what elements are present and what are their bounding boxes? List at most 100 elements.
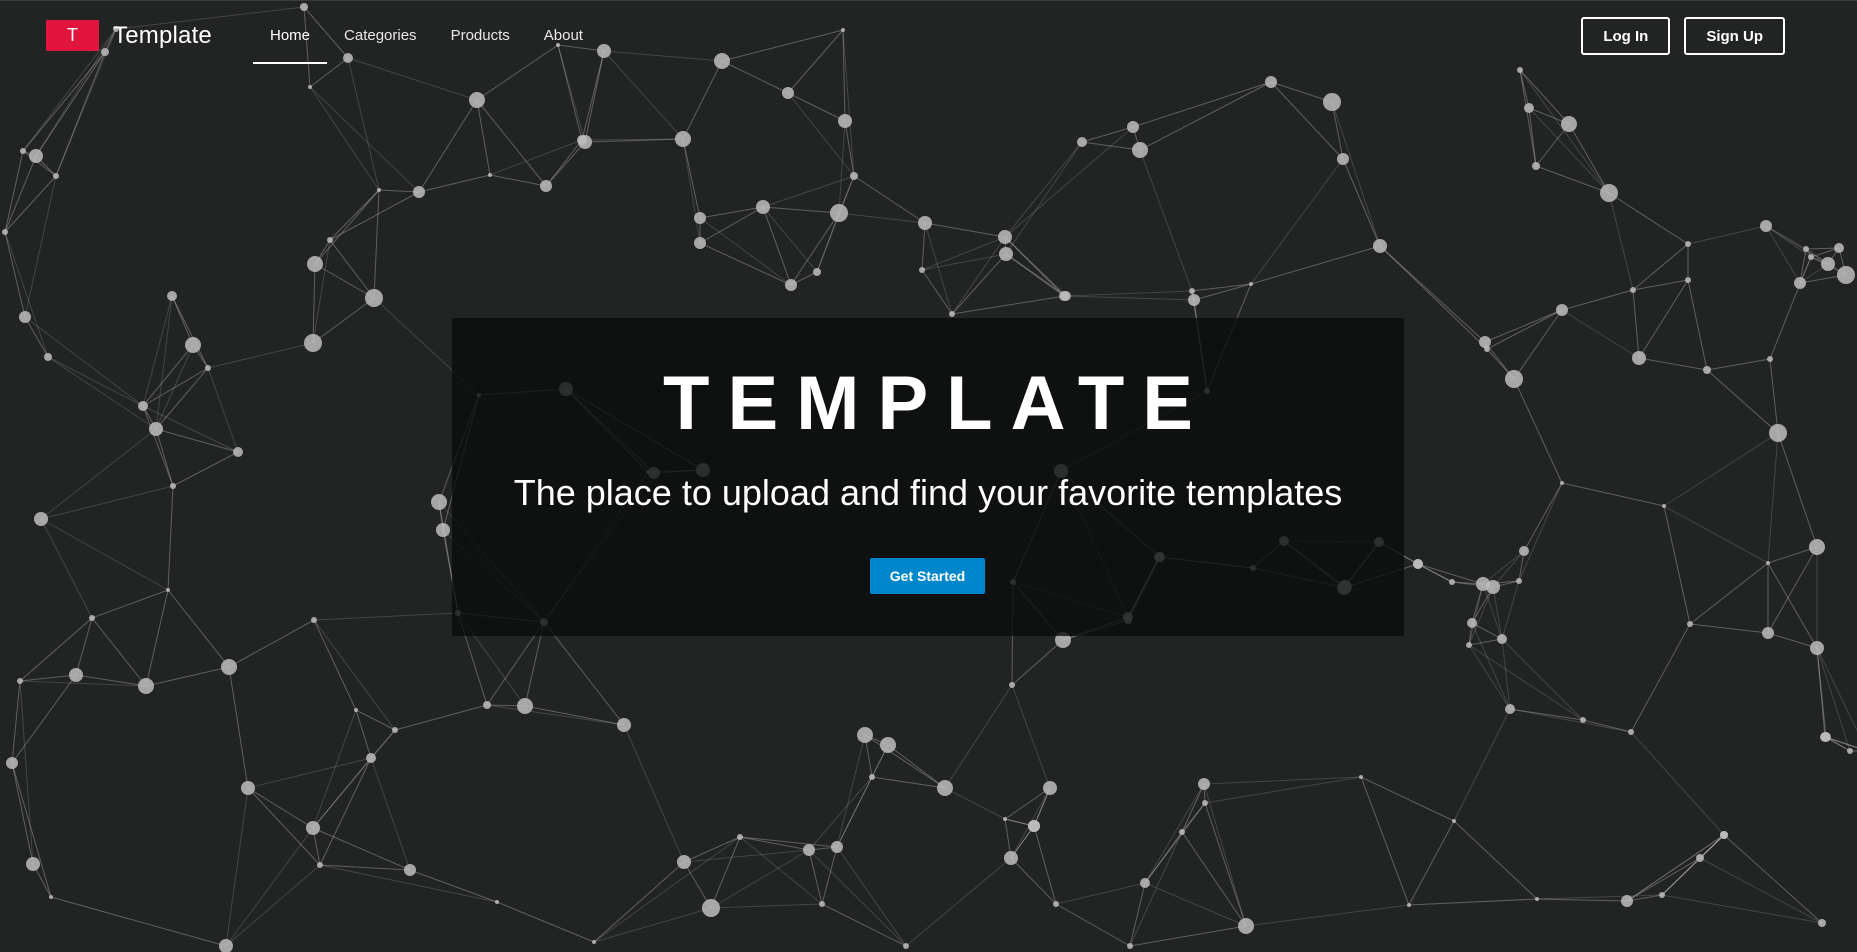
network-link: [1509, 708, 1584, 721]
network-link: [4, 231, 26, 318]
network-node: [138, 401, 148, 411]
nav-item-categories[interactable]: Categories: [327, 16, 434, 64]
network-node: [392, 727, 398, 733]
network-node: [1847, 748, 1853, 754]
network-link: [1513, 378, 1563, 484]
network-link: [1453, 708, 1511, 822]
network-link: [1004, 141, 1083, 238]
network-node: [782, 87, 794, 99]
network-node: [813, 268, 821, 276]
network-node: [170, 483, 176, 489]
network-link: [347, 57, 380, 191]
network-node: [1821, 732, 1831, 742]
network-link: [1468, 586, 1494, 646]
network-node: [1809, 539, 1825, 555]
signup-button[interactable]: Sign Up: [1684, 17, 1785, 55]
network-node: [1561, 116, 1577, 132]
network-link: [816, 212, 840, 273]
network-node: [1760, 220, 1772, 232]
login-button[interactable]: Log In: [1581, 17, 1671, 55]
network-node: [830, 204, 848, 222]
network-link: [394, 704, 488, 731]
network-node: [495, 900, 499, 904]
network-link: [682, 60, 723, 140]
network-node: [1659, 892, 1665, 898]
network-link: [319, 757, 372, 866]
network-node: [1803, 246, 1809, 252]
network-link: [944, 787, 1006, 820]
network-link: [1144, 802, 1206, 884]
network-node: [869, 774, 875, 780]
network-link: [1706, 358, 1771, 371]
network-link: [1777, 432, 1818, 548]
network-node: [1535, 897, 1539, 901]
network-link: [1468, 638, 1503, 646]
network-link: [1630, 623, 1691, 733]
network-link: [50, 896, 227, 947]
network-link: [699, 217, 792, 286]
network-link: [4, 175, 57, 233]
network-node: [785, 279, 797, 291]
network-node: [675, 131, 691, 147]
network-link: [1767, 432, 1779, 564]
network-node: [1004, 851, 1018, 865]
network-node: [1189, 288, 1195, 294]
network-link: [887, 744, 946, 789]
network-link: [418, 99, 478, 193]
network-link: [40, 518, 169, 591]
network-link: [1765, 225, 1829, 265]
network-link: [207, 342, 314, 369]
network-link: [40, 485, 174, 520]
network-link: [699, 242, 792, 286]
network-link: [951, 236, 1006, 315]
network-node: [903, 943, 909, 949]
network-node: [1628, 729, 1634, 735]
nav-item-home[interactable]: Home: [253, 16, 328, 64]
network-link: [1687, 225, 1767, 245]
network-link: [142, 295, 173, 407]
network-link: [11, 762, 52, 898]
network-node: [838, 114, 852, 128]
network-node: [694, 212, 706, 224]
network-link: [1492, 586, 1503, 640]
network-link: [1193, 283, 1252, 301]
network-link: [739, 836, 838, 848]
network-link: [762, 206, 818, 273]
network-node: [311, 617, 317, 623]
network-node: [1043, 781, 1057, 795]
network-link: [172, 451, 239, 487]
network-node: [1560, 481, 1564, 485]
network-node: [1061, 291, 1071, 301]
brand-link[interactable]: T Template: [46, 20, 212, 51]
network-node: [44, 353, 52, 361]
network-link: [710, 849, 810, 909]
network-link: [329, 239, 375, 299]
network-link: [1004, 126, 1134, 238]
network-link: [75, 617, 93, 676]
network-link: [167, 485, 174, 591]
network-node: [999, 247, 1013, 261]
network-node: [1179, 829, 1185, 835]
network-link: [228, 666, 249, 789]
network-link: [921, 269, 953, 315]
network-node: [1696, 854, 1704, 862]
nav-item-about[interactable]: About: [527, 16, 600, 64]
network-node: [1452, 819, 1456, 823]
network-node: [1003, 817, 1007, 821]
network-node: [880, 737, 896, 753]
network-node: [1188, 294, 1200, 306]
nav-item-products[interactable]: Products: [434, 16, 527, 64]
network-node: [540, 180, 552, 192]
network-link: [1765, 225, 1801, 284]
network-node: [1337, 153, 1349, 165]
network-node: [365, 289, 383, 307]
network-link: [329, 191, 420, 241]
network-link: [524, 705, 625, 726]
network-link: [313, 612, 459, 621]
network-link: [1245, 904, 1410, 927]
network-node: [949, 311, 955, 317]
network-link: [1608, 192, 1634, 291]
network-link: [47, 356, 144, 407]
get-started-button[interactable]: Get Started: [870, 558, 985, 594]
network-node: [1810, 641, 1824, 655]
